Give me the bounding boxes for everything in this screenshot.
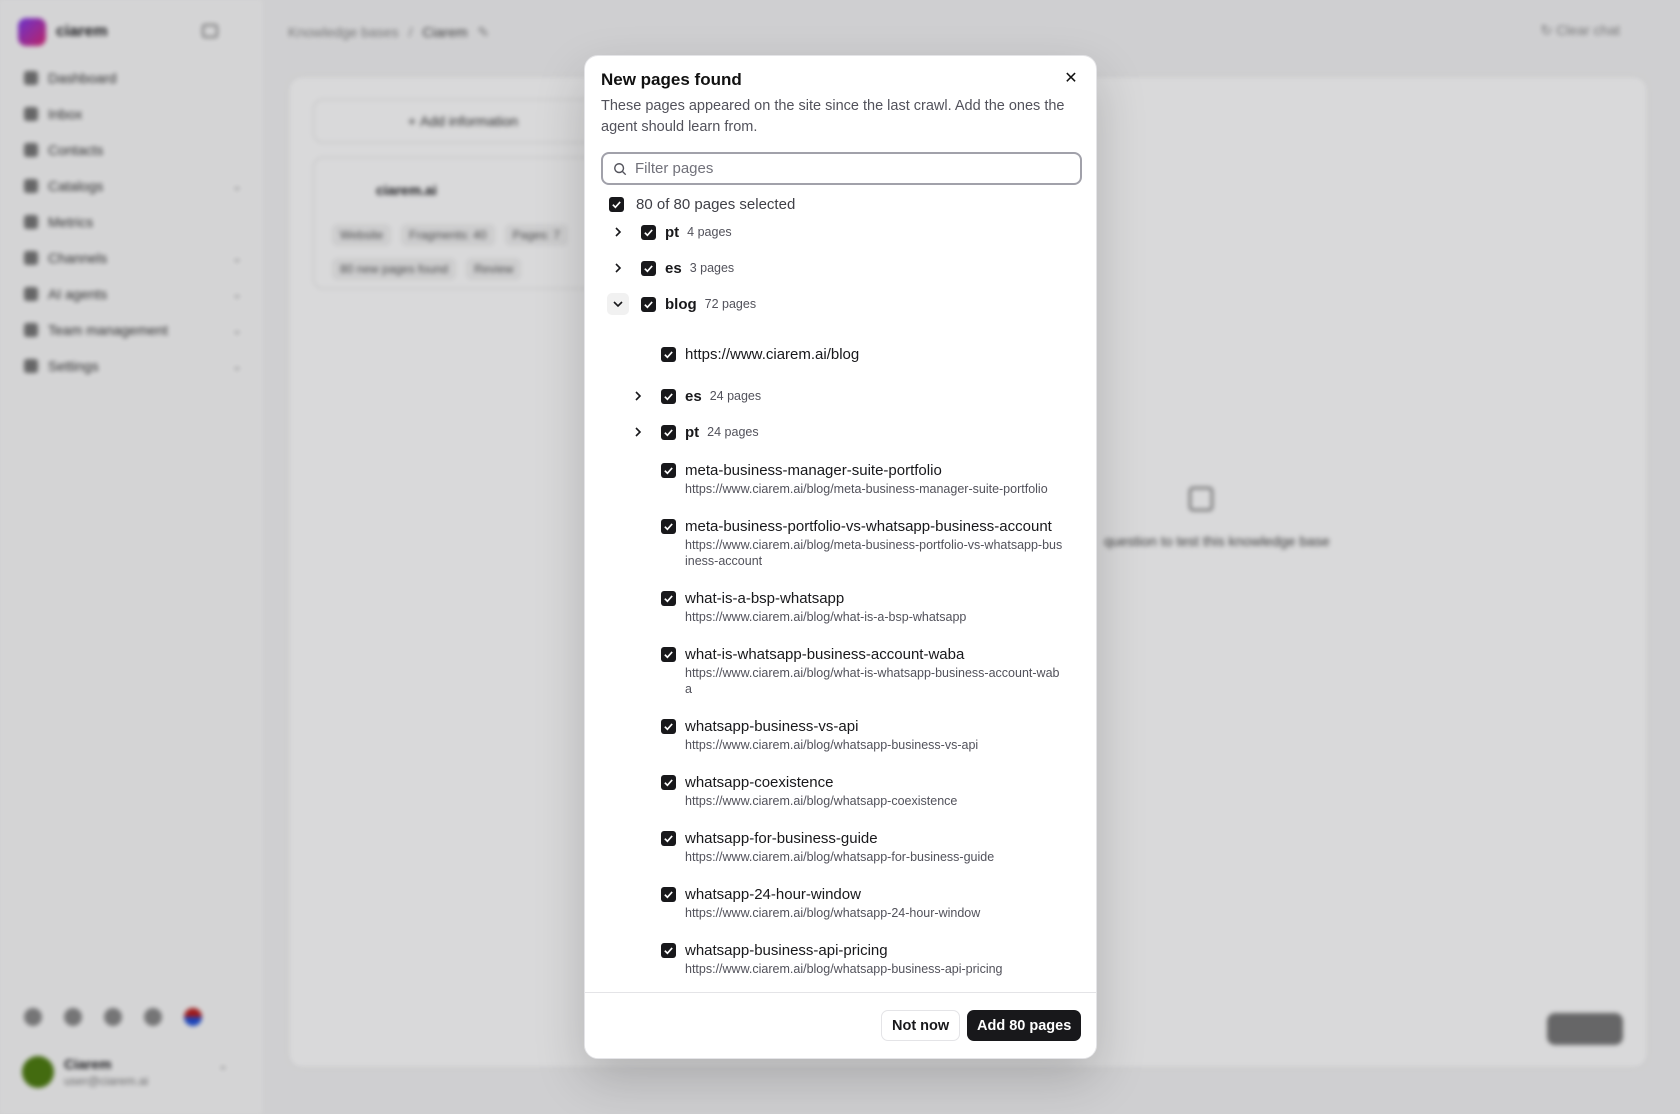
page-checkbox[interactable]	[661, 463, 676, 478]
page-checkbox[interactable]	[661, 647, 676, 662]
page-url: https://www.ciarem.ai/blog/whatsapp-24-h…	[685, 906, 981, 920]
page-url: https://www.ciarem.ai/blog/what-is-whats…	[685, 666, 1060, 696]
dialog-footer: Not now Add 80 pages	[585, 992, 1096, 1058]
page-title: meta-business-manager-suite-portfolio	[685, 462, 942, 479]
close-icon[interactable]: ✕	[1060, 68, 1082, 90]
page-item: https://www.ciarem.ai/blog	[661, 346, 1065, 363]
page-url: https://www.ciarem.ai/blog/whatsapp-busi…	[685, 962, 1003, 976]
page-checkbox[interactable]	[661, 775, 676, 790]
group-name: blog	[665, 295, 697, 313]
page-checkbox[interactable]	[661, 831, 676, 846]
tree-group-es: es 3 pages	[607, 257, 734, 279]
select-all-row[interactable]: 80 of 80 pages selected	[609, 196, 795, 213]
group-name: pt	[665, 223, 680, 241]
page-url: https://www.ciarem.ai/blog/whatsapp-coex…	[685, 794, 958, 808]
page-title: what-is-a-bsp-whatsapp	[685, 590, 845, 607]
page-item: whatsapp-24-hour-window https://www.ciare…	[661, 886, 1065, 921]
page-title: whatsapp-24-hour-window	[685, 886, 861, 903]
page-checkbox[interactable]	[661, 719, 676, 734]
page-title: meta-business-portfolio-vs-whatsapp-busi…	[685, 518, 1052, 535]
group-count: 24 pages	[709, 389, 762, 403]
page-url: https://www.ciarem.ai/blog/whatsapp-busi…	[685, 738, 979, 752]
page-title: whatsapp-business-api-pricing	[685, 942, 888, 959]
page-item: meta-business-portfolio-vs-whatsapp-busi…	[661, 518, 1065, 569]
chevron-right-icon[interactable]	[607, 257, 629, 279]
page-item: whatsapp-business-vs-api https://www.ciar…	[661, 718, 1065, 753]
tree-subgroup-es: es 24 pages	[627, 385, 761, 407]
page-title: what-is-whatsapp-business-account-waba	[685, 646, 965, 663]
group-checkbox[interactable]	[661, 388, 676, 404]
group-name: es	[665, 259, 682, 277]
filter-pages-input[interactable]	[635, 160, 1075, 177]
filter-pages-field[interactable]	[601, 152, 1082, 185]
group-count: 4 pages	[687, 225, 732, 239]
group-checkbox[interactable]	[641, 224, 656, 240]
group-count: 72 pages	[704, 297, 757, 311]
selection-summary: 80 of 80 pages selected	[636, 196, 796, 213]
page-checkbox[interactable]	[661, 347, 676, 362]
page-url: https://www.ciarem.ai/blog/meta-business…	[685, 538, 1063, 568]
dialog-title: New pages found	[601, 70, 742, 89]
group-checkbox[interactable]	[661, 424, 676, 440]
page-checkbox[interactable]	[661, 943, 676, 958]
page-item: whatsapp-business-api-pricing https://www…	[661, 942, 1065, 977]
group-count: 3 pages	[689, 261, 735, 275]
group-count: 24 pages	[707, 425, 759, 439]
page-title: whatsapp-business-vs-api	[685, 718, 859, 735]
select-all-checkbox[interactable]	[609, 197, 624, 212]
group-name: pt	[685, 423, 700, 441]
page-url: https://www.ciarem.ai/blog/what-is-a-bsp…	[685, 610, 967, 624]
add-pages-button[interactable]: Add 80 pages	[967, 1010, 1082, 1041]
page-item: whatsapp-coexistence https://www.ciarem.a…	[661, 774, 1065, 809]
page-title: whatsapp-for-business-guide	[685, 830, 878, 847]
chevron-right-icon[interactable]	[627, 385, 649, 407]
page-checkbox[interactable]	[661, 591, 676, 606]
search-icon	[614, 162, 627, 175]
new-pages-dialog: New pages found ✕ These pages appeared o…	[584, 55, 1097, 1059]
group-checkbox[interactable]	[641, 296, 656, 312]
tree-subgroup-pt: pt 24 pages	[627, 421, 759, 443]
not-now-button[interactable]: Not now	[881, 1010, 961, 1041]
dialog-description: These pages appeared on the site since t…	[601, 98, 1065, 135]
chevron-right-icon[interactable]	[607, 221, 629, 243]
group-checkbox[interactable]	[641, 260, 656, 276]
page-item: whatsapp-for-business-guide https://www.c…	[661, 830, 1065, 865]
page-title: whatsapp-coexistence	[685, 774, 834, 791]
tree-group-blog: blog 72 pages	[607, 293, 756, 315]
page-url: https://www.ciarem.ai/blog/meta-business…	[685, 482, 1048, 496]
tree-group-pt: pt 4 pages	[607, 221, 732, 243]
page-title: https://www.ciarem.ai/blog	[685, 346, 860, 363]
group-name: es	[685, 387, 702, 405]
page-url: https://www.ciarem.ai/blog/whatsapp-for-…	[685, 850, 995, 864]
chevron-down-icon[interactable]	[607, 293, 629, 315]
page-item: what-is-whatsapp-business-account-waba ht…	[661, 646, 1065, 697]
page-checkbox[interactable]	[661, 887, 676, 902]
page-item: what-is-a-bsp-whatsapp https://www.ciarem…	[661, 590, 1065, 625]
chevron-right-icon[interactable]	[627, 421, 649, 443]
page-checkbox[interactable]	[661, 519, 676, 534]
page-item: meta-business-manager-suite-portfolio htt…	[661, 462, 1065, 497]
